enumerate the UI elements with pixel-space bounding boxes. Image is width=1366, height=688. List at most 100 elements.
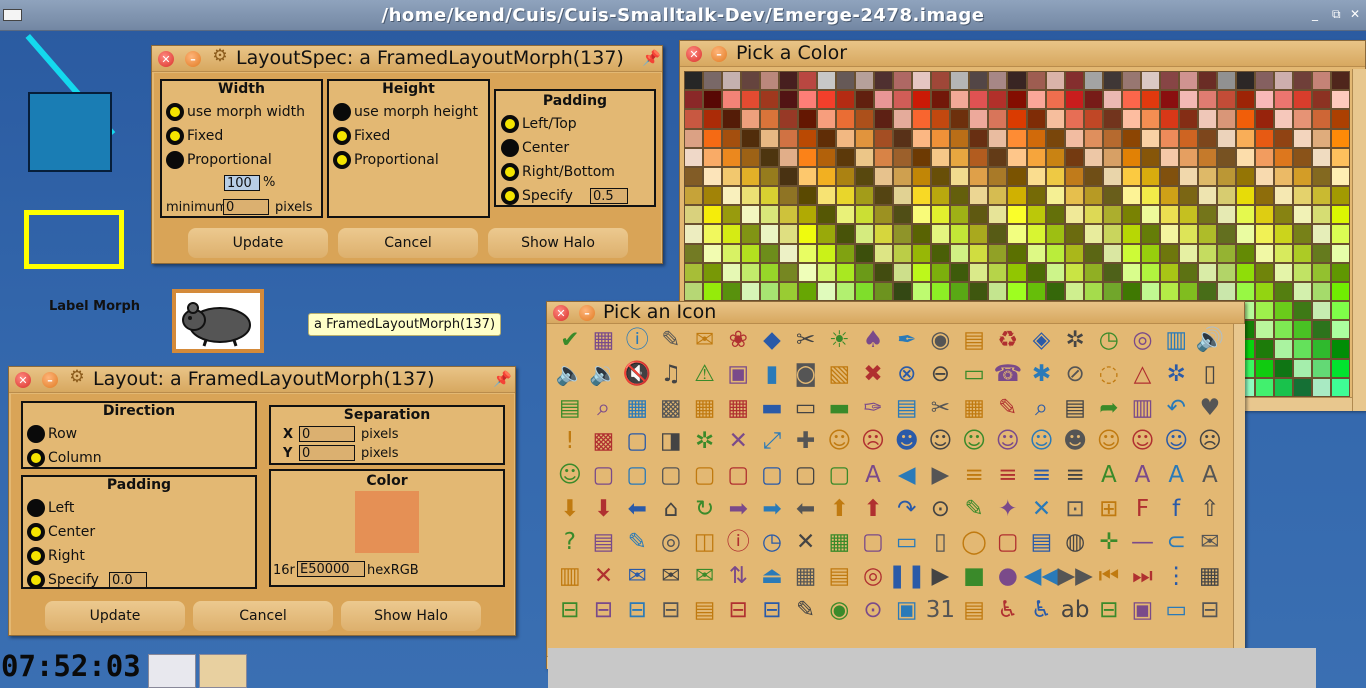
diamond-icon[interactable]: ◆ bbox=[755, 324, 789, 358]
color-cell[interactable] bbox=[779, 109, 799, 129]
color-cell[interactable] bbox=[760, 224, 780, 244]
percent-field[interactable]: 100 bbox=[224, 175, 260, 191]
color-cell[interactable] bbox=[1121, 128, 1141, 148]
color-cell[interactable] bbox=[912, 243, 932, 263]
color-cell[interactable] bbox=[969, 128, 989, 148]
color-cell[interactable] bbox=[1102, 205, 1122, 225]
icon-141[interactable]: ✕ bbox=[587, 560, 621, 594]
color-cell[interactable] bbox=[703, 186, 723, 206]
color-cell[interactable] bbox=[722, 243, 742, 263]
color-cell[interactable] bbox=[1102, 109, 1122, 129]
icon-135[interactable]: ◍ bbox=[1058, 526, 1092, 560]
color-cell[interactable] bbox=[950, 205, 970, 225]
icon-100[interactable]: ⬇ bbox=[553, 492, 587, 526]
icon-75[interactable]: ☻ bbox=[1058, 425, 1092, 459]
icon-72[interactable]: ☺ bbox=[957, 425, 991, 459]
color-cell[interactable] bbox=[1064, 166, 1084, 187]
color-cell[interactable] bbox=[1330, 205, 1350, 225]
color-cell[interactable] bbox=[969, 71, 989, 91]
color-cell[interactable] bbox=[1140, 281, 1160, 302]
color-cell[interactable] bbox=[1178, 224, 1198, 244]
icon-158[interactable]: ⋮ bbox=[1159, 560, 1193, 594]
color-cell[interactable] bbox=[817, 166, 837, 187]
icon-143[interactable]: ✉ bbox=[654, 560, 688, 594]
icon-73[interactable]: ☺ bbox=[991, 425, 1025, 459]
color-cell[interactable] bbox=[969, 224, 989, 244]
color-cell[interactable] bbox=[1140, 90, 1160, 110]
color-cell[interactable] bbox=[684, 90, 704, 110]
color-cell[interactable] bbox=[874, 147, 894, 167]
color-cell[interactable] bbox=[1140, 166, 1160, 187]
icon-157[interactable]: ⏭ bbox=[1126, 560, 1160, 594]
color-cell[interactable] bbox=[1235, 243, 1255, 263]
icon-63[interactable]: ◨ bbox=[654, 425, 688, 459]
speaker-mute-icon[interactable]: 🔇 bbox=[620, 358, 654, 392]
color-cell[interactable] bbox=[1083, 71, 1103, 91]
framed-layout-morph[interactable] bbox=[24, 210, 124, 269]
icon-81[interactable]: ▢ bbox=[587, 459, 621, 493]
direction-option[interactable]: Column bbox=[27, 449, 102, 467]
color-cell[interactable] bbox=[1311, 128, 1331, 148]
color-cell[interactable] bbox=[855, 186, 875, 206]
color-cell[interactable] bbox=[912, 224, 932, 244]
color-cell[interactable] bbox=[1311, 320, 1331, 340]
color-cell[interactable] bbox=[1083, 166, 1103, 187]
color-cell[interactable] bbox=[950, 90, 970, 110]
color-cell[interactable] bbox=[874, 262, 894, 282]
color-cell[interactable] bbox=[741, 71, 761, 91]
icon-97[interactable]: A bbox=[1126, 459, 1160, 493]
color-cell[interactable] bbox=[1007, 262, 1027, 282]
y-separation-field[interactable]: 0 bbox=[299, 445, 355, 461]
icon-90[interactable]: ◀ bbox=[890, 459, 924, 493]
color-cell[interactable] bbox=[817, 128, 837, 148]
icon-104[interactable]: ↻ bbox=[688, 492, 722, 526]
color-cell[interactable] bbox=[931, 147, 951, 167]
color-cell[interactable] bbox=[1254, 186, 1274, 206]
color-cell[interactable] bbox=[760, 90, 780, 110]
color-cell[interactable] bbox=[1292, 377, 1312, 397]
icon-105[interactable]: ➡ bbox=[721, 492, 755, 526]
color-cell[interactable] bbox=[722, 281, 742, 302]
color-cell[interactable] bbox=[1159, 186, 1179, 206]
close-icon[interactable]: ✕ bbox=[553, 305, 569, 321]
color-cell[interactable] bbox=[874, 109, 894, 129]
icon-93[interactable]: ≡ bbox=[991, 459, 1025, 493]
color-cell[interactable] bbox=[1292, 71, 1312, 91]
color-cell[interactable] bbox=[1045, 186, 1065, 206]
color-cell[interactable] bbox=[931, 243, 951, 263]
icon-71[interactable]: ☺ bbox=[924, 425, 958, 459]
color-cell[interactable] bbox=[1026, 262, 1046, 282]
color-cell[interactable] bbox=[1140, 186, 1160, 206]
color-cell[interactable] bbox=[1197, 205, 1217, 225]
color-cell[interactable] bbox=[1140, 109, 1160, 129]
color-cell[interactable] bbox=[836, 243, 856, 263]
padding-specify-field[interactable]: 0.5 bbox=[590, 188, 628, 204]
color-cell[interactable] bbox=[836, 147, 856, 167]
color-cell[interactable] bbox=[1197, 262, 1217, 282]
icon-173[interactable]: ♿ bbox=[991, 594, 1025, 628]
color-cell[interactable] bbox=[1216, 71, 1236, 91]
color-cell[interactable] bbox=[931, 205, 951, 225]
color-cell[interactable] bbox=[1254, 166, 1274, 187]
color-cell[interactable] bbox=[1007, 281, 1027, 302]
icon-163[interactable]: ⊟ bbox=[654, 594, 688, 628]
color-cell[interactable] bbox=[1216, 186, 1236, 206]
cards-icon[interactable]: ♠ bbox=[856, 324, 890, 358]
color-cell[interactable] bbox=[1311, 358, 1331, 378]
icon-112[interactable]: ✎ bbox=[957, 492, 991, 526]
color-cell[interactable] bbox=[1273, 205, 1293, 225]
color-cell[interactable] bbox=[1102, 243, 1122, 263]
close-x-icon[interactable]: ✖ bbox=[856, 358, 890, 392]
icon-56[interactable]: ➦ bbox=[1092, 391, 1126, 425]
color-cell[interactable] bbox=[1178, 128, 1198, 148]
vertical-scrollbar[interactable] bbox=[1352, 69, 1366, 411]
color-cell[interactable] bbox=[1330, 377, 1350, 397]
icon-54[interactable]: ⌕ bbox=[1025, 391, 1059, 425]
color-cell[interactable] bbox=[703, 205, 723, 225]
color-cell[interactable] bbox=[1254, 205, 1274, 225]
icon-92[interactable]: ≡ bbox=[957, 459, 991, 493]
color-cell[interactable] bbox=[874, 243, 894, 263]
color-cell[interactable] bbox=[1159, 224, 1179, 244]
camera-icon[interactable]: ◙ bbox=[789, 358, 823, 392]
color-cell[interactable] bbox=[1311, 186, 1331, 206]
